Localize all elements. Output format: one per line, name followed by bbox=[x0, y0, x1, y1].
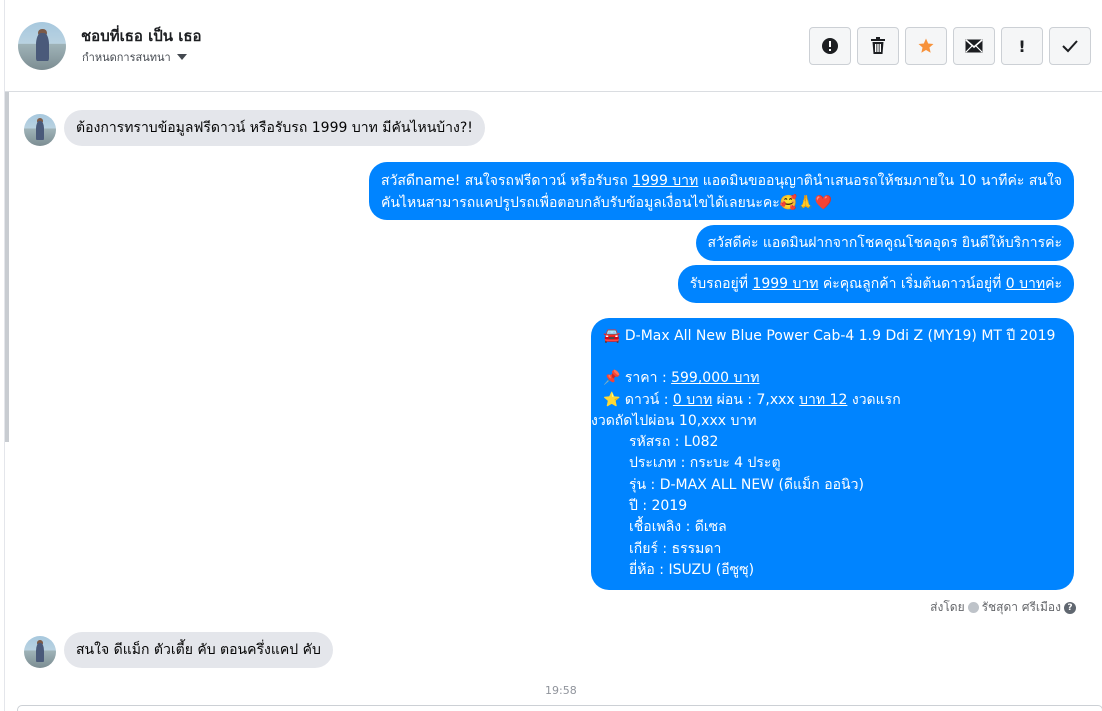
car-gear: เกียร์ : ธรรมดา bbox=[629, 540, 722, 557]
car-code: รหัสรถ : L082 bbox=[629, 434, 719, 451]
sent-by-label: ส่งโดย bbox=[930, 600, 965, 614]
installment-tail: งวดแรก bbox=[847, 391, 901, 408]
message-link[interactable]: 0 บาท bbox=[1006, 276, 1045, 292]
message-bubble-outgoing[interactable]: รับรถอยู่ที่ 1999 บาท ค่ะคุณลูกค้า เริ่ม… bbox=[677, 265, 1074, 303]
chat-window: ชอบที่เธอ เป็น เธอ กำหนดการสนทนา ! ต้องก… bbox=[4, 0, 1102, 711]
contact-name[interactable]: ชอบที่เธอ เป็น เธอ bbox=[81, 24, 202, 48]
caret-down-icon bbox=[176, 54, 187, 60]
mark-unread-button[interactable] bbox=[953, 27, 995, 65]
message-line: สวัสดีname! สนใจรถฟรีดาวน์ หรือรับรถ 199… bbox=[381, 170, 1062, 192]
check-icon bbox=[1062, 39, 1078, 53]
sent-by: ส่งโดย รัชสุดา ศรีเมือง ? bbox=[930, 598, 1076, 617]
price-line: 📌 ราคา : 599,000 บาท bbox=[603, 368, 1062, 389]
message-bubble-outgoing[interactable]: 🚘 D-Max All New Blue Power Cab-4 1.9 Ddi… bbox=[591, 318, 1074, 590]
car-title: 🚘 D-Max All New Blue Power Cab-4 1.9 Ddi… bbox=[603, 328, 1056, 344]
help-icon[interactable]: ? bbox=[1064, 601, 1076, 614]
car-type: ประเภท : กระบะ 4 ประตู bbox=[629, 455, 781, 472]
message-bubble-incoming[interactable]: ต้องการทราบข้อมูลฟรีดาวน์ หรือรับรถ 1999… bbox=[64, 110, 485, 146]
car-brand: ยี่ห้อ : ISUZU (อีซูซุ) bbox=[629, 561, 755, 578]
car-model: รุ่น : D-MAX ALL NEW (ดีแม็ก ออนิว) bbox=[629, 476, 864, 493]
message-link[interactable]: 1999 บาท bbox=[752, 276, 818, 292]
report-icon bbox=[821, 37, 839, 55]
contact-avatar[interactable] bbox=[18, 22, 66, 70]
message-text: แอดมินขออนุญาตินำเสนอรถให้ชมภายใน 10 นาท… bbox=[698, 173, 1062, 189]
message-composer[interactable] bbox=[17, 705, 1102, 711]
message-line: คันไหนสามารถแคปรูปรถเพื่อตอบกลับรับข้อมู… bbox=[380, 195, 833, 211]
trash-icon bbox=[870, 37, 886, 55]
conversation-options-label: กำหนดการสนทนา bbox=[82, 51, 171, 64]
message-bubble-incoming[interactable]: สนใจ ดีแม็ก ตัวเตี้ย คับ ตอนครึ่งแคป คับ bbox=[64, 632, 333, 668]
conversation-options[interactable]: กำหนดการสนทนา bbox=[82, 48, 187, 66]
sent-by-name[interactable]: รัชสุดา ศรีเมือง bbox=[982, 598, 1061, 617]
priority-button[interactable]: ! bbox=[1001, 27, 1043, 65]
down-label: ⭐ ดาวน์ : bbox=[603, 391, 673, 408]
agent-dot-icon bbox=[967, 602, 979, 613]
car-year: ปี : 2019 bbox=[629, 498, 688, 515]
sender-avatar[interactable] bbox=[24, 114, 56, 146]
exclamation-icon: ! bbox=[1018, 36, 1026, 56]
installment-text: ผ่อน : 7,xxx bbox=[712, 391, 800, 408]
report-button[interactable] bbox=[809, 27, 851, 65]
conversation-header: ชอบที่เธอ เป็น เธอ กำหนดการสนทนา ! bbox=[5, 0, 1102, 92]
message-text: สวัสดีname! สนใจรถฟรีดาวน์ หรือรับรถ bbox=[380, 173, 633, 189]
price-link[interactable]: 599,000 บาท bbox=[671, 370, 759, 386]
down-link[interactable]: 0 บาท bbox=[673, 392, 712, 408]
message-timestamp: 19:58 bbox=[545, 684, 577, 697]
message-text: ค่ะคุณลูกค้า เริ่มต้นดาวน์อยู่ที่ bbox=[818, 276, 1006, 292]
message-text: รับรถอยู่ที่ bbox=[689, 276, 753, 292]
car-fuel: เชื้อเพลิง : ดีเซล bbox=[629, 519, 727, 536]
message-bubble-outgoing[interactable]: สวัสดีname! สนใจรถฟรีดาวน์ หรือรับรถ 199… bbox=[368, 162, 1074, 220]
sender-avatar[interactable] bbox=[24, 636, 56, 668]
installment-link[interactable]: บาท 12 bbox=[799, 392, 847, 408]
message-text: ค่ะ bbox=[1045, 276, 1062, 292]
star-icon bbox=[917, 37, 935, 55]
mail-icon bbox=[965, 39, 983, 53]
done-button[interactable] bbox=[1049, 27, 1091, 65]
star-button[interactable] bbox=[905, 27, 947, 65]
delete-button[interactable] bbox=[857, 27, 899, 65]
scrollbar[interactable] bbox=[5, 92, 9, 442]
message-bubble-outgoing[interactable]: สวัสดีค่ะ แอดมินฝากจากโชคคูณโชคอุดร ยินด… bbox=[695, 225, 1074, 261]
down-line: ⭐ ดาวน์ : 0 บาท ผ่อน : 7,xxx บาท 12 งวดแ… bbox=[603, 390, 1062, 411]
next-installment: งวดถัดไปผ่อน 10,xxx บาท bbox=[591, 412, 757, 429]
message-link[interactable]: 1999 บาท bbox=[632, 173, 698, 189]
price-label: 📌 ราคา : bbox=[603, 370, 672, 387]
